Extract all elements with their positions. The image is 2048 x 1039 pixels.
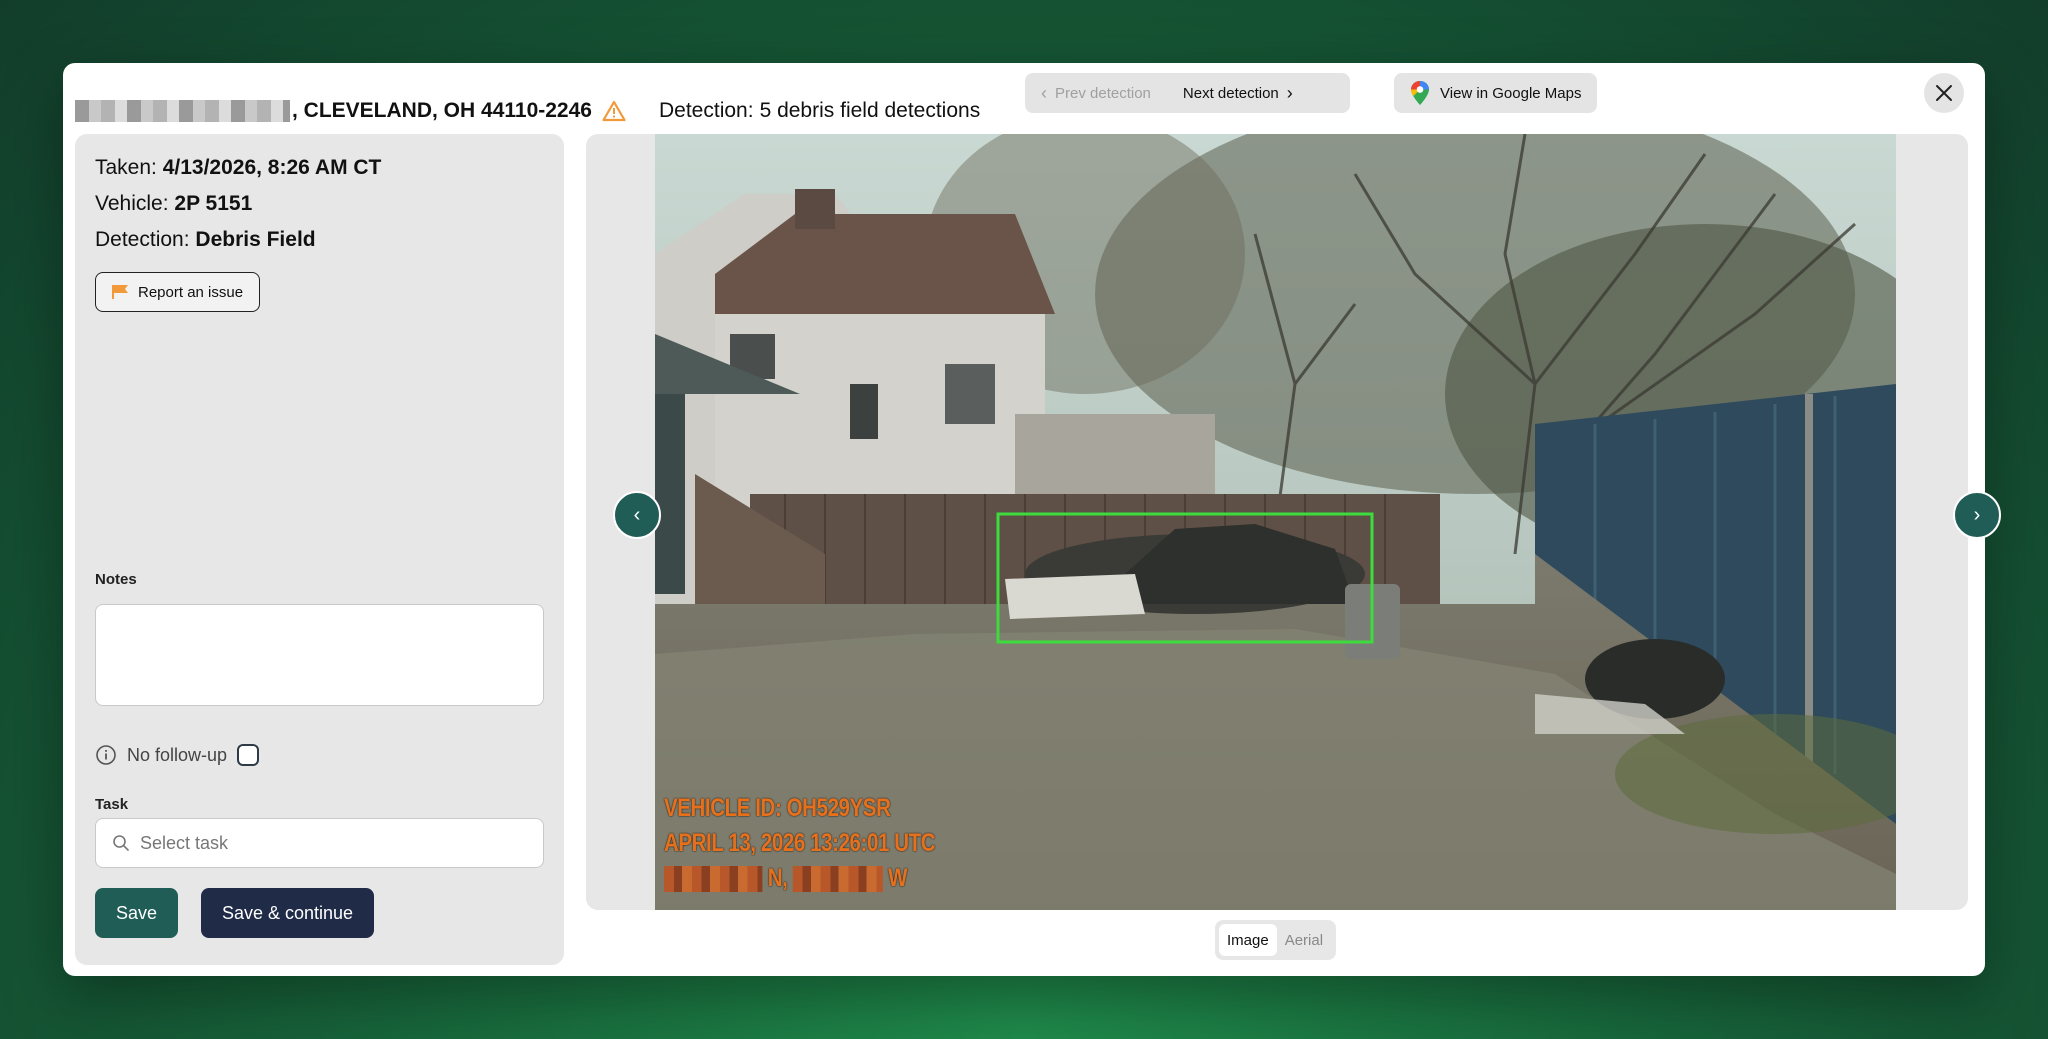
overlay-vehicle-id: VEHICLE ID: OH529YSR [664,794,891,822]
vehicle-row: Vehicle: 2P 5151 [95,192,252,216]
address-title: , CLEVELAND, OH 44110-2246 [75,83,626,139]
aerial-view-tab[interactable]: Aerial [1277,924,1331,956]
close-button[interactable] [1924,73,1964,113]
maps-label: View in Google Maps [1440,84,1582,102]
overlay-west: W [888,864,908,892]
task-select[interactable]: Select task [95,818,544,868]
no-follow-up-checkbox[interactable] [237,744,260,766]
detection-value: Debris Field [195,228,316,251]
detection-navigation: ‹ Prev detection Next detection › [1025,73,1350,113]
prev-detection-label: Prev detection [1055,84,1151,102]
address-text: , CLEVELAND, OH 44110-2246 [292,99,592,122]
detection-summary-label: Detection: [659,99,754,122]
flag-icon [112,285,128,299]
details-panel: Taken: 4/13/2026, 8:26 AM CT Vehicle: 2P… [75,134,564,965]
detection-summary: Detection: 5 debris field detections [659,83,980,139]
next-image-button[interactable]: › [1953,491,2001,539]
vehicle-value: 2P 5151 [174,192,253,215]
search-icon [113,835,129,851]
detection-summary-value: 5 debris field detections [759,99,981,122]
view-toggle: Image Aerial [1215,920,1336,960]
prev-detection-button[interactable]: ‹ Prev detection [1025,73,1167,113]
chevron-right-icon: › [1973,503,1981,526]
redacted-latitude [664,866,763,893]
save-and-continue-button[interactable]: Save & continue [201,888,374,938]
chevron-left-icon: ‹ [1041,83,1047,103]
overlay-north: N, [767,864,788,892]
image-view-tab[interactable]: Image [1219,924,1277,956]
no-follow-up-label: No follow-up [127,744,228,765]
next-detection-button[interactable]: Next detection › [1167,73,1309,113]
taken-row: Taken: 4/13/2026, 8:26 AM CT [95,156,381,180]
chevron-left-icon: ‹ [633,503,641,526]
redacted-longitude [792,866,883,893]
redacted-street [75,100,290,122]
vehicle-label: Vehicle: [95,192,169,215]
taken-label: Taken: [95,156,157,179]
overlay-coordinates: N, W [664,864,908,893]
map-pin-icon [1411,81,1429,105]
close-icon [1936,85,1952,101]
image-viewer: VEHICLE ID: OH529YSR APRIL 13, 2026 13:2… [586,134,2001,910]
next-detection-label: Next detection [1182,84,1279,102]
save-button[interactable]: Save [95,888,178,938]
view-in-google-maps-button[interactable]: View in Google Maps [1394,73,1598,113]
taken-value: 4/13/2026, 8:26 AM CT [162,156,382,179]
detection-row: Detection: Debris Field [95,228,316,252]
detection-modal: , CLEVELAND, OH 44110-2246 Detection: 5 … [63,63,2001,976]
report-issue-button[interactable]: Report an issue [95,272,261,312]
no-follow-up-row: No follow-up [95,744,260,766]
report-issue-label: Report an issue [138,283,244,301]
chevron-right-icon: › [1286,83,1293,103]
info-icon [96,745,116,765]
overlay-timestamp: APRIL 13, 2026 13:26:01 UTC [664,829,936,857]
notes-textarea[interactable] [95,604,544,706]
detection-label: Detection: [95,228,190,251]
previous-image-button[interactable]: ‹ [613,491,661,539]
task-placeholder: Select task [140,832,229,853]
warning-icon [602,100,626,122]
task-label: Task [95,796,129,813]
notes-label: Notes [95,571,137,588]
detection-photo: VEHICLE ID: OH529YSR APRIL 13, 2026 13:2… [655,134,1896,910]
